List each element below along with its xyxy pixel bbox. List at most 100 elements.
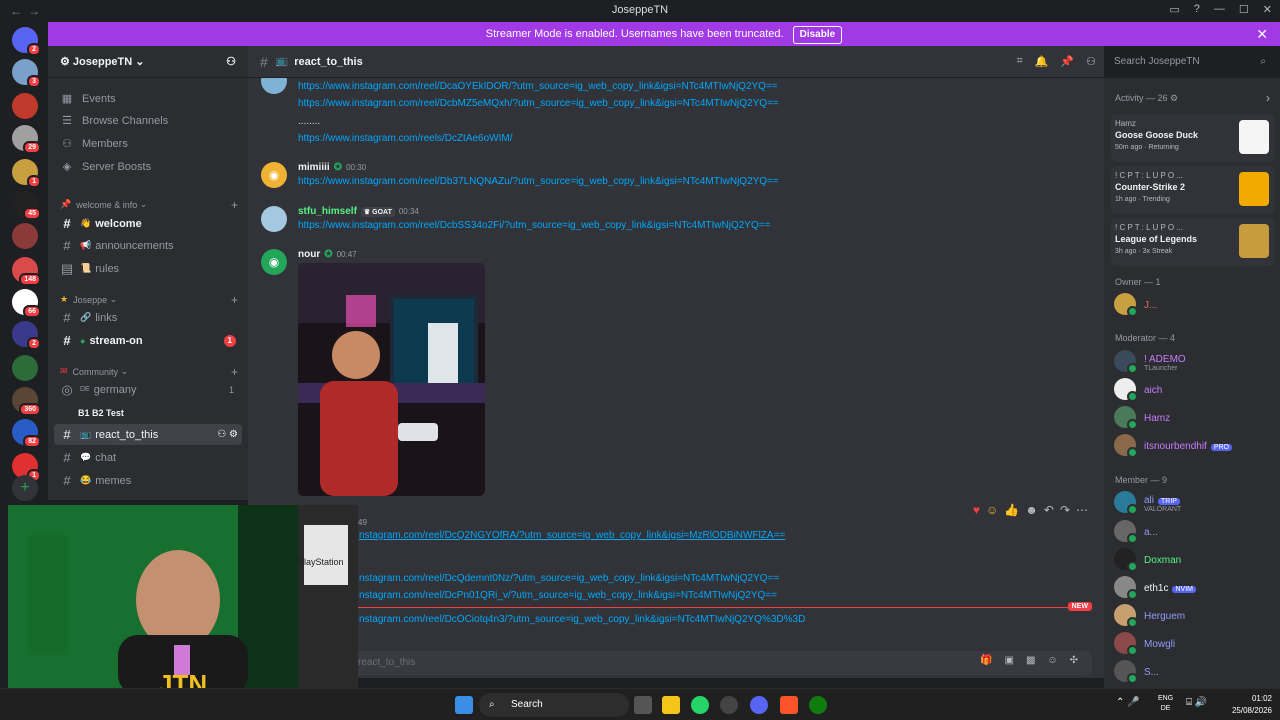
avatar[interactable] [261, 206, 287, 232]
category-community[interactable]: ✉ Community ⌄ + [60, 365, 240, 379]
channel-announcements[interactable]: # 📢 announcements [54, 235, 242, 256]
sidebar-item-members[interactable]: ⚇ Members [54, 133, 242, 154]
member-item[interactable]: ali TRIP VALORANT [1114, 489, 1274, 515]
category-welcome[interactable]: 📌 welcome & info ⌄ + [60, 198, 240, 212]
channel-stream-on[interactable]: # ● stream-on 1 [54, 330, 242, 351]
file-explorer-icon[interactable] [662, 696, 680, 714]
sidebar-item-boosts[interactable]: ◈ Server Boosts [54, 156, 242, 177]
pin-icon[interactable]: 📌 [1060, 55, 1074, 68]
message-link[interactable]: https://www.instagram.com/reel/DcaOYEkID… [298, 81, 778, 92]
server-icon[interactable]: 3 [12, 59, 41, 88]
message-link[interactable]: nstagram.com/reel/DcOCiotq4n3/?utm_sourc… [359, 614, 805, 625]
server-icon[interactable] [12, 355, 38, 381]
member-item[interactable]: Hamz [1114, 404, 1274, 430]
message-link[interactable]: https://www.instagram.com/reel/DcbMZ5eMQ… [298, 98, 779, 109]
add-reaction-icon[interactable]: ☻ [1025, 503, 1038, 523]
activity-card[interactable]: ! C P T : L U P O ... Counter-Strike 2 1h … [1111, 166, 1275, 214]
help-icon[interactable]: ? [1194, 3, 1200, 16]
channel-rules[interactable]: ▤ 📜 rules [54, 258, 242, 279]
whatsapp-icon[interactable] [691, 696, 709, 714]
add-channel-icon[interactable]: + [231, 293, 238, 307]
heart-reaction-icon[interactable]: ♥ [973, 503, 980, 523]
add-channel-icon[interactable]: + [231, 365, 238, 379]
emoji-icon[interactable]: ☺ [1047, 655, 1057, 666]
channel-memes[interactable]: # 😂 memes [54, 470, 242, 491]
message-link[interactable]: nstagram.com/reel/DcPn01QRi_v/?utm_sourc… [359, 590, 777, 601]
channel-react-to-this[interactable]: # 📺 react_to_this ⚇ ⚙ [54, 424, 242, 445]
server-icon[interactable]: 29 [12, 125, 41, 154]
message-link[interactable]: https://www.instagram.com/reels/DcZtAe6o… [298, 133, 513, 144]
settings-icon[interactable]: ⚇ ⚙ [217, 429, 238, 440]
server-icon[interactable]: 1 [12, 159, 41, 188]
minimize-icon[interactable]: — [1214, 3, 1225, 16]
avatar[interactable]: ◉ [261, 162, 287, 188]
channel-germany[interactable]: ◎ DE germany 1 [54, 379, 242, 400]
server-icon[interactable]: 2 [12, 321, 41, 350]
task-view-icon[interactable] [634, 696, 652, 714]
network-volume-icons[interactable]: ⌸ 🔊 [1186, 697, 1207, 708]
server-icon[interactable]: 82 [12, 419, 41, 448]
member-item[interactable]: Mowgli [1114, 630, 1274, 656]
disable-button[interactable]: Disable [792, 26, 843, 44]
gift-icon[interactable]: 🎁 [980, 655, 992, 666]
message-link[interactable]: https://www.instagram.com/reel/DcbSS34o2… [298, 220, 770, 231]
member-item[interactable]: itsnourbendhif PRO [1114, 432, 1274, 458]
server-icon[interactable]: 148 [12, 257, 41, 286]
chevron-right-icon[interactable]: › [1266, 91, 1270, 105]
forward-icon[interactable]: ↷ [1060, 503, 1070, 523]
discord-home-icon[interactable]: 2 [12, 27, 41, 56]
server-icon[interactable]: 45 [12, 191, 41, 220]
sidebar-item-events[interactable]: ▦ Events [54, 88, 242, 109]
laugh-reaction-icon[interactable]: ☺ [986, 503, 998, 523]
close-icon[interactable]: ✕ [1256, 22, 1268, 46]
server-icon[interactable]: 360 [12, 387, 41, 416]
server-icon[interactable] [12, 93, 38, 119]
activity-card[interactable]: Hamz Goose Goose Duck 50m ago · Returning [1111, 114, 1275, 162]
member-item[interactable]: eth1c NVIM [1114, 574, 1274, 600]
message-image[interactable] [298, 263, 485, 496]
gif-icon[interactable]: ▣ [1004, 655, 1013, 666]
search-input[interactable]: Search JoseppeTN ⌕ [1108, 52, 1272, 72]
maximize-icon[interactable]: ☐ [1239, 3, 1249, 16]
channel-welcome[interactable]: # 👋 welcome [54, 213, 242, 234]
message-link[interactable]: https://www.instagram.com/reel/Db37LNQNA… [298, 176, 779, 187]
discord-icon[interactable] [750, 696, 768, 714]
channel-links[interactable]: # 🔗 links [54, 307, 242, 328]
language-indicator[interactable]: ENG DE [1158, 694, 1173, 714]
clock[interactable]: 01:02 25/08/2026 [1232, 693, 1272, 717]
member-list-icon[interactable]: ⚇ [1086, 55, 1096, 68]
message-input[interactable]: react_to_this 🎁 ▣ ▩ ☺ ✣ [348, 651, 1092, 675]
more-icon[interactable]: ⋯ [1076, 503, 1088, 523]
add-member-icon[interactable]: ⚇ [226, 55, 236, 68]
add-channel-icon[interactable]: + [231, 198, 238, 212]
activity-card[interactable]: ! C P T : L U P O ... League of Legends 3h… [1111, 218, 1275, 266]
server-icon[interactable]: 66 [12, 289, 41, 318]
member-item[interactable]: S... [1114, 658, 1274, 684]
windows-start-icon[interactable] [455, 696, 473, 714]
steam-icon[interactable] [720, 696, 738, 714]
tray-icons[interactable]: ⌃ 🎤 [1116, 697, 1140, 708]
brave-icon[interactable] [780, 696, 798, 714]
member-item[interactable]: a... [1114, 518, 1274, 544]
member-item[interactable]: Doxman [1114, 546, 1274, 572]
inbox-icon[interactable]: ▭ [1169, 3, 1179, 16]
reply-icon[interactable]: ↶ [1044, 503, 1054, 523]
taskbar-search[interactable]: ⌕ Search [479, 693, 629, 717]
thread-b1b2[interactable]: B1 B2 Test [54, 402, 242, 423]
bell-icon[interactable]: 🔔 [1035, 55, 1049, 68]
member-item[interactable]: aich [1114, 376, 1274, 402]
server-header[interactable]: ⚙ JoseppeTN ⌄ ⚇ [48, 46, 248, 78]
sticker-icon[interactable]: ▩ [1026, 655, 1035, 666]
message-link[interactable]: nstagram.com/reel/DcQdemnt0Nz/?utm_sourc… [359, 573, 779, 584]
activity-header[interactable]: Activity — 26 ⚙ [1115, 93, 1178, 104]
avatar[interactable]: ◉ [261, 249, 287, 275]
member-item[interactable]: J... [1114, 291, 1274, 317]
threads-icon[interactable]: ⌗ [1017, 55, 1023, 68]
member-item[interactable]: Herguem [1114, 602, 1274, 628]
category-joseppe[interactable]: ★ Joseppe ⌄ + [60, 293, 240, 307]
channel-chat[interactable]: # 💬 chat [54, 447, 242, 468]
add-server-icon[interactable]: + [12, 475, 38, 501]
sidebar-item-browse[interactable]: ☰ Browse Channels [54, 110, 242, 131]
apps-icon[interactable]: ✣ [1070, 655, 1078, 666]
message-link[interactable]: nstagram.com/reel/DcQ2NGYOfRA/?utm_sourc… [359, 530, 785, 541]
